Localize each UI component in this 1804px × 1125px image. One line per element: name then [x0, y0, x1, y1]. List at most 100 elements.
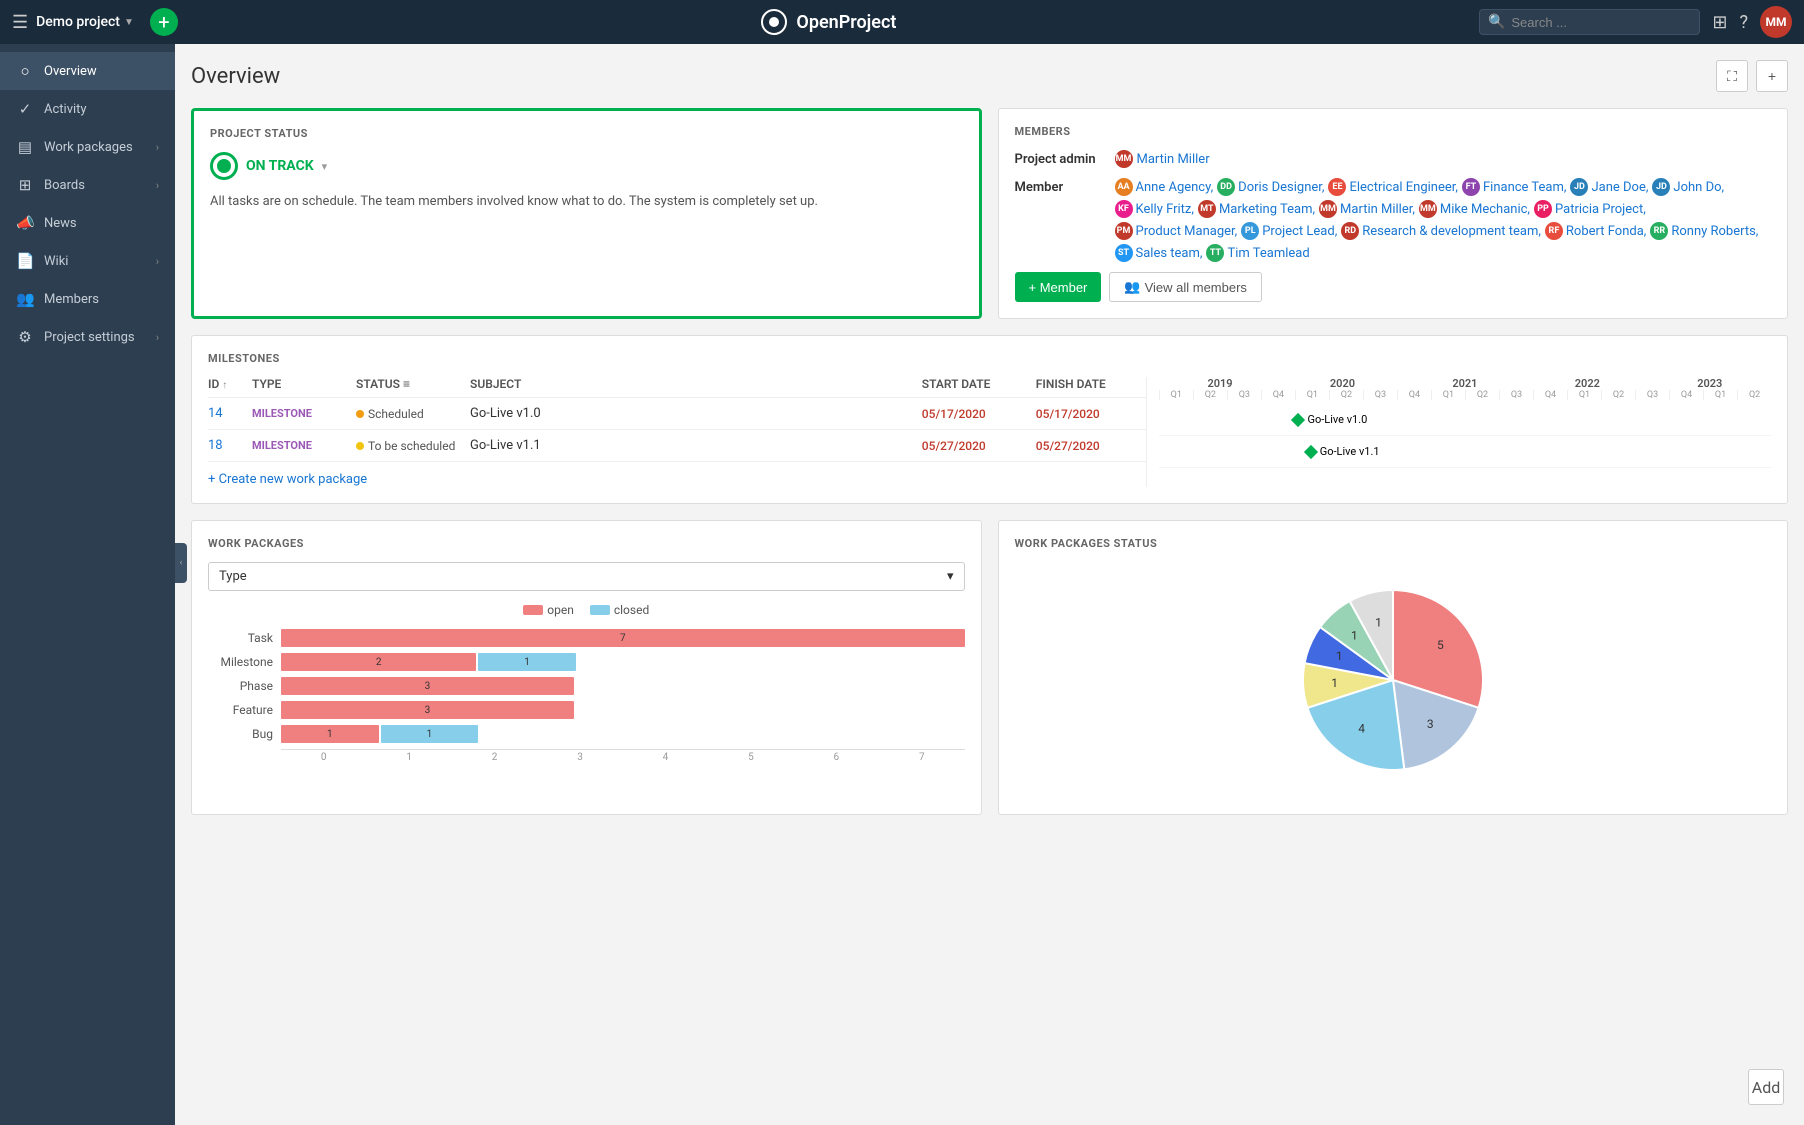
- project-selector[interactable]: Demo project ▼: [36, 14, 134, 30]
- axis-tick: 6: [794, 749, 879, 763]
- type-dropdown[interactable]: Type ▾: [208, 562, 965, 591]
- project-name: Demo project: [36, 14, 120, 30]
- member-chip: MTMarketing Team,: [1198, 200, 1315, 218]
- member-name[interactable]: Martin Miller,: [1340, 202, 1415, 217]
- member-name[interactable]: Marketing Team,: [1219, 202, 1315, 217]
- table-row: 18 MILESTONE To be scheduled Go-Live v1.…: [208, 430, 1146, 462]
- page-actions: ⛶ +: [1716, 60, 1788, 92]
- member-name[interactable]: Research & development team,: [1362, 224, 1541, 239]
- member-chip: AAAnne Agency,: [1115, 178, 1214, 196]
- status-label: ON TRACK: [246, 158, 314, 174]
- legend-closed-color: [590, 605, 610, 615]
- sidebar-item-wiki[interactable]: 📄 Wiki ›: [0, 242, 175, 280]
- expand-button[interactable]: ⛶: [1716, 60, 1748, 92]
- gantt-header: 2019 2020 2021 2022 2023 Q1Q2Q3Q4 Q1Q2Q3…: [1159, 377, 1771, 400]
- help-icon[interactable]: ?: [1739, 12, 1748, 33]
- admin-label: Project admin: [1015, 150, 1115, 167]
- sidebar-item-project-settings[interactable]: ⚙ Project settings ›: [0, 318, 175, 356]
- logo-icon: [760, 8, 788, 36]
- status-dot: [356, 410, 364, 418]
- bar-open: 1: [281, 725, 379, 743]
- milestone-status: Scheduled: [356, 407, 466, 421]
- legend-closed-label: closed: [614, 603, 649, 617]
- sidebar-icon-news: 📣: [16, 214, 34, 232]
- member-name[interactable]: Tim Teamlead: [1227, 246, 1309, 261]
- work-packages-status-card: WORK PACKAGES STATUS 5341111: [998, 520, 1789, 815]
- sidebar-item-members[interactable]: 👥 Members: [0, 280, 175, 318]
- sidebar-label-news: News: [44, 216, 159, 231]
- sidebar-item-overview[interactable]: ○ Overview: [0, 52, 175, 90]
- gantt-area: 2019 2020 2021 2022 2023 Q1Q2Q3Q4 Q1Q2Q3…: [1146, 377, 1771, 487]
- member-name[interactable]: Sales team,: [1136, 246, 1203, 261]
- member-name[interactable]: Patricia Project,: [1555, 202, 1646, 217]
- member-chip: FTFinance Team,: [1462, 178, 1567, 196]
- add-widget-button[interactable]: +: [1756, 60, 1788, 92]
- member-name[interactable]: Jane Doe,: [1591, 180, 1648, 195]
- member-name[interactable]: Anne Agency,: [1136, 180, 1214, 195]
- member-name[interactable]: Product Manager,: [1136, 224, 1238, 239]
- add-member-button[interactable]: + Member: [1015, 272, 1102, 302]
- admin-name[interactable]: Martin Miller: [1137, 152, 1210, 167]
- member-name[interactable]: Electrical Engineer,: [1349, 180, 1458, 195]
- milestone-subject: Go-Live v1.1: [470, 438, 918, 453]
- member-chip: PMProduct Manager,: [1115, 222, 1238, 240]
- avatar[interactable]: MM: [1760, 6, 1792, 38]
- bar-row: Feature 3: [208, 701, 965, 719]
- work-packages-card: WORK PACKAGES Type ▾ open closed Task 7: [191, 520, 982, 815]
- pie-label: 3: [1427, 717, 1434, 731]
- sidebar-icon-boards: ⊞: [16, 176, 34, 194]
- member-avatar: JD: [1570, 178, 1588, 196]
- sidebar: ○ Overview ✓ Activity ▤ Work packages › …: [0, 44, 175, 1125]
- milestone-id[interactable]: 18: [208, 438, 248, 453]
- create-work-package-link[interactable]: + Create new work package: [208, 472, 1146, 487]
- bar-row: Milestone 2 1: [208, 653, 965, 671]
- sidebar-label-wiki: Wiki: [44, 254, 146, 269]
- wp-status-title: WORK PACKAGES STATUS: [1015, 537, 1772, 550]
- status-dot: [356, 442, 364, 450]
- sidebar-item-activity[interactable]: ✓ Activity: [0, 90, 175, 128]
- search-box[interactable]: 🔍: [1479, 9, 1700, 35]
- member-name[interactable]: John Do,: [1673, 180, 1724, 195]
- sidebar-item-work-packages[interactable]: ▤ Work packages ›: [0, 128, 175, 166]
- grid-icon[interactable]: ⊞: [1712, 12, 1727, 33]
- search-input[interactable]: [1511, 15, 1691, 30]
- member-name[interactable]: Mike Mechanic,: [1440, 202, 1530, 217]
- member-name[interactable]: Finance Team,: [1483, 180, 1567, 195]
- member-avatar: EE: [1328, 178, 1346, 196]
- sidebar-icon-activity: ✓: [16, 100, 34, 118]
- member-name[interactable]: Doris Designer,: [1238, 180, 1324, 195]
- gantt-q1: Q1: [1159, 390, 1193, 400]
- member-name[interactable]: Kelly Fritz,: [1136, 202, 1194, 217]
- gantt-year-2022: 2022: [1526, 377, 1648, 390]
- member-name[interactable]: Project Lead,: [1262, 224, 1337, 239]
- topbar-center: OpenProject: [178, 8, 1479, 36]
- axis-tick: 7: [879, 749, 964, 763]
- bars: 3: [281, 701, 965, 719]
- member-name[interactable]: Robert Fonda,: [1566, 224, 1646, 239]
- sidebar-label-activity: Activity: [44, 102, 159, 117]
- gantt-quarters: Q1Q2Q3Q4 Q1Q2Q3Q4 Q1Q2Q3Q4 Q1Q2Q3Q4 Q1Q2: [1159, 390, 1771, 400]
- topbar-right: 🔍 ⊞ ? MM: [1479, 6, 1792, 38]
- status-dropdown-icon[interactable]: ▾: [322, 160, 328, 173]
- add-fab-button[interactable]: Add: [1748, 1069, 1784, 1105]
- project-status-card: PROJECT STATUS ON TRACK ▾ All tasks are …: [191, 108, 982, 319]
- member-chip: JDJane Doe,: [1570, 178, 1648, 196]
- status-description: All tasks are on schedule. The team memb…: [210, 192, 963, 212]
- member-chip: DDDoris Designer,: [1217, 178, 1324, 196]
- new-item-button[interactable]: +: [150, 8, 178, 36]
- sidebar-item-boards[interactable]: ⊞ Boards ›: [0, 166, 175, 204]
- milestone-id[interactable]: 14: [208, 406, 248, 421]
- sidebar-icon-work-packages: ▤: [16, 138, 34, 156]
- hamburger-icon[interactable]: ☰: [12, 12, 28, 33]
- pie-container: 5341111: [1015, 562, 1772, 798]
- sidebar-icon-members: 👥: [16, 290, 34, 308]
- gantt-body: Go-Live v1.0 Go-Live v1.1: [1159, 404, 1771, 468]
- member-avatar: PM: [1115, 222, 1133, 240]
- sidebar-collapse-handle[interactable]: ‹: [175, 543, 187, 583]
- sidebar-arrow-boards: ›: [156, 179, 159, 192]
- page-title: Overview: [191, 64, 280, 89]
- view-all-members-button[interactable]: 👥 View all members: [1109, 272, 1262, 302]
- member-name[interactable]: Ronny Roberts,: [1671, 224, 1758, 239]
- member-chip: RFRobert Fonda,: [1545, 222, 1646, 240]
- sidebar-item-news[interactable]: 📣 News: [0, 204, 175, 242]
